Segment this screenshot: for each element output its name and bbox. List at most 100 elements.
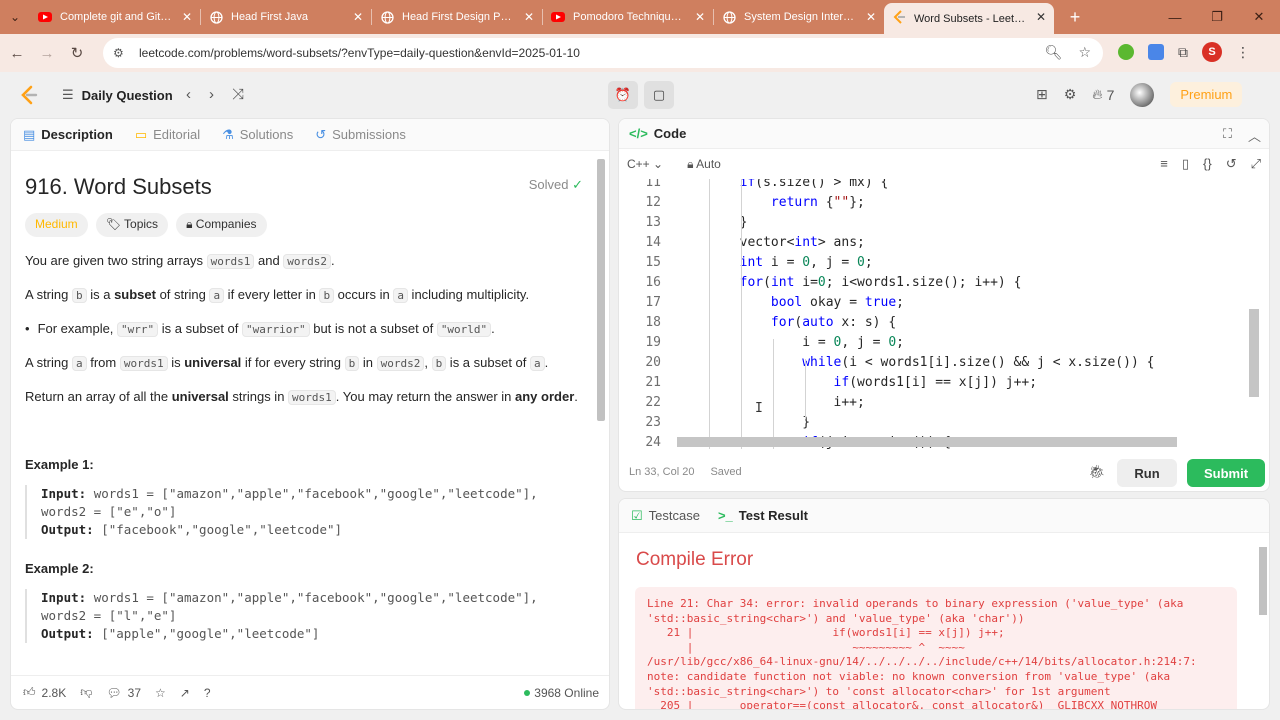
code-line[interactable]: 21 if(words1[i] == x[j]) j++; [619,373,1259,393]
browser-tab[interactable]: Pomodoro Technique 4 x 2 ✕ [543,3,713,31]
example-block: Input: words1 = ["amazon","apple","faceb… [25,589,585,643]
share-icon[interactable]: ↗ [180,686,190,700]
extension-green-icon[interactable] [1118,44,1134,60]
difficulty-badge: Medium [25,213,88,237]
prev-problem-icon[interactable]: ‹ [186,86,191,103]
code-line[interactable]: 16 for(int i=0; i<words1.size(); i++) { [619,273,1259,293]
fullscreen-icon[interactable]: ⤢ [1251,156,1261,172]
run-button[interactable]: Run [1117,459,1177,487]
code-text: } [677,415,811,430]
reload-icon[interactable]: ↻ [64,40,90,66]
tab-description[interactable]: ▤ Description [23,127,113,143]
language-select[interactable]: C++ ⌄ [627,157,663,171]
reset-icon[interactable]: ↺ [1226,156,1237,172]
code-line[interactable]: 11 if(s.size() > mx) { [619,179,1259,193]
code-line[interactable]: 20 while(i < words1[i].size() && j < x.s… [619,353,1259,373]
companies-chip[interactable]: 🔒︎ Companies [176,213,267,237]
tab-search-chevron-icon[interactable]: ⌄ [0,0,30,34]
tab-test-result[interactable]: >_ Test Result [718,508,808,523]
browser-tab[interactable]: System Design Interview – ✕ [714,3,884,31]
code-line[interactable]: 17 bool okay = true; [619,293,1259,313]
code-text: for(int i=0; i<words1.size(); i++) { [739,275,1022,290]
close-window-icon[interactable]: ✕ [1238,0,1280,34]
code-line[interactable]: 23 } [619,413,1259,433]
result-panel: ☑ Testcase >_ Test Result Compile Error Li… [618,498,1270,710]
problem-title[interactable]: 916. Word Subsets [25,173,212,202]
code-line[interactable]: 13 } [619,213,1259,233]
collapse-icon[interactable]: ︿ [1248,126,1261,145]
translate-extension-icon[interactable] [1148,44,1164,60]
close-tab-icon[interactable]: ✕ [1036,10,1046,24]
solved-status: Solved ✓ [528,177,583,192]
zoom-icon[interactable]: 🔍︎ [1045,44,1063,61]
close-tab-icon[interactable]: ✕ [353,10,363,24]
forward-arrow-icon[interactable]: → [34,40,60,66]
code-line[interactable]: 19 i = 0, j = 0; [619,333,1259,353]
comments-button[interactable]: 💬︎ 37 [106,686,141,700]
close-tab-icon[interactable]: ✕ [866,10,876,24]
browser-tab[interactable]: Complete git and Github c ✕ [30,3,200,31]
browser-tab-active[interactable]: Word Subsets - LeetCode ✕ [884,3,1054,34]
favorite-star-icon[interactable]: ☆ [155,686,166,700]
browser-tab[interactable]: Head First Java ✕ [201,3,371,31]
settings-gear-icon[interactable]: ⚙ [1064,86,1077,103]
next-problem-icon[interactable]: › [209,86,214,103]
braces-icon[interactable]: {} [1203,156,1212,172]
tag-icon: 🏷︎ [105,217,121,231]
bookmark-icon[interactable]: ▯ [1182,156,1189,172]
editor-status-bar: Ln 33, Col 20 Saved 🐞︎ Run Submit [619,453,1269,491]
timer-icon[interactable]: ⏰ [608,81,638,109]
tab-submissions[interactable]: ↺ Submissions [315,127,406,143]
autocomplete-mode[interactable]: 🔒︎ Auto [687,157,721,172]
code-line[interactable]: 18 for(auto x: s) { [619,313,1259,333]
topics-chip[interactable]: 🏷︎ Topics [95,213,169,237]
error-output[interactable]: Line 21: Char 34: error: invalid operand… [635,587,1237,709]
layout-grid-icon[interactable]: ⊞ [1036,86,1048,103]
tab-testcase[interactable]: ☑ Testcase [631,508,700,524]
line-number: 12 [645,195,661,210]
code-line[interactable]: 12 return {""}; [619,193,1259,213]
close-tab-icon[interactable]: ✕ [524,10,534,24]
code-editor[interactable]: 24 if(j != x.size()) {23 }22 i++;21 if(w… [619,179,1259,449]
leetcode-logo-icon[interactable] [20,85,38,105]
like-button[interactable]: 👍︎ 2.8K [23,685,66,700]
result-scrollbar[interactable] [1259,547,1267,615]
bookmark-star-icon[interactable]: ☆ [1078,44,1091,61]
help-icon[interactable]: ? [204,686,211,700]
new-tab-button[interactable]: + [1060,3,1090,31]
minimize-icon[interactable]: — [1154,0,1196,34]
close-tab-icon[interactable]: ✕ [695,10,705,24]
editor-vertical-scrollbar[interactable] [1249,309,1259,397]
address-bar[interactable]: ⚙ leetcode.com/problems/word-subsets/?en… [103,38,1103,68]
profile-avatar[interactable]: S [1202,42,1222,62]
premium-button[interactable]: Premium [1170,82,1243,107]
extensions-puzzle-icon[interactable]: ⧉ [1178,44,1188,61]
notes-icon[interactable]: ▢ [644,81,674,109]
user-avatar[interactable] [1130,82,1155,107]
code-line[interactable]: 15 int i = 0, j = 0; [619,253,1259,273]
streak-count: 7 [1106,86,1115,103]
description-scrollbar[interactable] [597,159,605,421]
code-text: vector<int> ans; [677,235,865,250]
maximize-icon[interactable]: ⛶ [1223,126,1232,145]
streak-counter[interactable]: 🔥︎ 7 [1092,86,1114,103]
restore-icon[interactable]: ❐ [1196,0,1238,34]
code-line[interactable]: 14 vector<int> ans; [619,233,1259,253]
tab-solutions[interactable]: ⚗ Solutions [222,127,293,143]
shuffle-icon[interactable]: ⤨ [232,86,244,103]
daily-question-button[interactable]: ☰ Daily Question [62,87,173,103]
description-tabs: ▤ Description ▭ Editorial ⚗ Solutions ↺ Subm… [11,119,609,151]
thumbs-down-icon[interactable]: 👎︎ [80,685,92,700]
site-settings-icon[interactable]: ⚙ [113,46,127,60]
back-arrow-icon[interactable]: ← [4,40,30,66]
submit-button[interactable]: Submit [1187,459,1265,487]
browser-menu-icon[interactable]: ⋮ [1236,44,1250,61]
format-icon[interactable]: ≡ [1160,156,1168,172]
close-tab-icon[interactable]: ✕ [182,10,192,24]
editor-horizontal-scrollbar[interactable] [677,437,1177,447]
browser-tab[interactable]: Head First Design Patterns ✕ [372,3,542,31]
code-line[interactable]: 22 i++; [619,393,1259,413]
tab-editorial[interactable]: ▭ Editorial [135,127,200,143]
code-tab-label[interactable]: Code [654,126,687,141]
debug-icon[interactable]: 🐞︎ [1088,464,1105,480]
